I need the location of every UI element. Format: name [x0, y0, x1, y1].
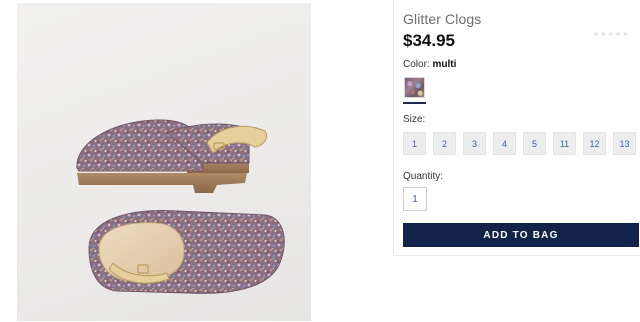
- glitter-clogs-illustration: [76, 119, 285, 294]
- size-options: 1 2 3 4 5 11 12 13: [403, 132, 636, 155]
- star-icon: ★: [593, 31, 600, 38]
- star-icon: ★: [607, 31, 614, 38]
- color-selected-value: multi: [432, 59, 457, 70]
- product-info-panel: Glitter Clogs $34.95 ★ ★ ★ ★ ★ Color: mu…: [393, 0, 640, 256]
- add-to-bag-button[interactable]: ADD TO BAG: [403, 223, 639, 247]
- product-price: $34.95: [403, 31, 455, 50]
- size-option-5[interactable]: 5: [523, 132, 546, 155]
- size-option-1[interactable]: 1: [403, 132, 426, 155]
- size-option-3[interactable]: 3: [463, 132, 486, 155]
- product-image[interactable]: [17, 3, 311, 321]
- product-title: Glitter Clogs: [403, 11, 482, 27]
- color-swatch-multi[interactable]: [404, 77, 425, 98]
- star-icon: ★: [600, 31, 607, 38]
- size-option-13[interactable]: 13: [613, 132, 636, 155]
- size-label: Size:: [403, 114, 426, 125]
- size-option-2[interactable]: 2: [433, 132, 456, 155]
- quantity-input[interactable]: 1: [403, 187, 427, 211]
- star-icon: ★: [622, 31, 629, 38]
- color-label: Color: multi: [403, 59, 456, 70]
- color-swatch-selected[interactable]: [403, 76, 426, 104]
- quantity-label: Quantity:: [403, 171, 444, 182]
- size-option-4[interactable]: 4: [493, 132, 516, 155]
- size-option-12[interactable]: 12: [583, 132, 606, 155]
- color-label-text: Color:: [403, 59, 430, 70]
- size-option-11[interactable]: 11: [553, 132, 576, 155]
- star-icon: ★: [614, 31, 622, 38]
- rating-stars[interactable]: ★ ★ ★ ★ ★: [593, 31, 628, 39]
